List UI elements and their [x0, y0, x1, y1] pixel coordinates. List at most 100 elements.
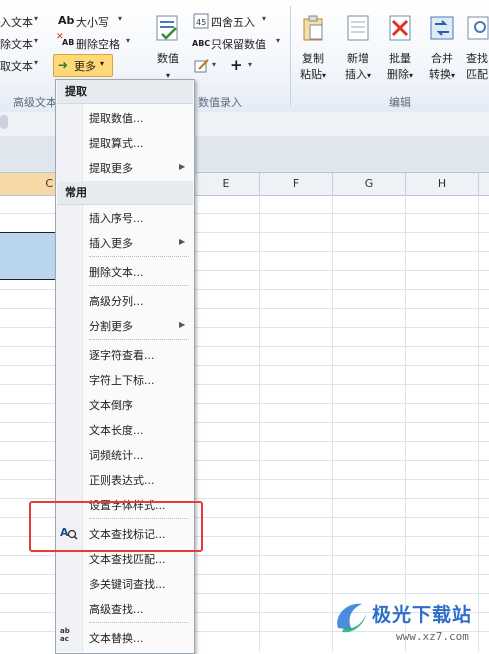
- group-separator: [290, 6, 291, 106]
- group-label-edit: 编辑: [389, 96, 411, 109]
- svg-text:45: 45: [196, 18, 206, 27]
- chevron-down-icon: ▾: [366, 71, 371, 80]
- watermark: 极光下载站 www.xz7.com: [332, 594, 489, 652]
- chevron-down-icon: ▾: [34, 58, 39, 67]
- menu-item-word-frequency[interactable]: 词频统计...: [89, 447, 144, 463]
- edit-form-icon[interactable]: [194, 58, 210, 74]
- menu-item-extract-more[interactable]: 提取更多: [89, 160, 133, 176]
- insert-label-1: 新增: [347, 52, 369, 65]
- merge-convert-button[interactable]: 合并 转换▾: [422, 14, 462, 84]
- more-button[interactable]: ➜ 更多 ▾: [53, 54, 113, 77]
- plus-icon[interactable]: +: [230, 56, 243, 74]
- watermark-url: www.xz7.com: [396, 630, 469, 643]
- keep-numeric-icon: ABC: [192, 39, 211, 48]
- round-icon: 45: [193, 13, 209, 29]
- extract-text-button[interactable]: 取文本: [0, 58, 33, 74]
- chevron-down-icon: ▾: [321, 71, 326, 80]
- menu-section-extract: 提取: [57, 80, 193, 104]
- keep-numeric-button[interactable]: 只保留数值: [211, 36, 266, 52]
- insert-label-2: 插入: [344, 68, 367, 81]
- menu-item-extract-formula[interactable]: 提取算式...: [89, 135, 144, 151]
- status-dot-icon: [0, 115, 8, 129]
- delete-space-button[interactable]: 删除空格: [76, 36, 120, 52]
- delete-space-icon: AB: [62, 38, 75, 47]
- column-header-g[interactable]: G: [333, 173, 406, 195]
- round-button[interactable]: 四舍五入: [211, 14, 255, 30]
- chevron-down-icon: ▾: [276, 36, 281, 45]
- lookup-label-1: 查找: [466, 52, 488, 65]
- insert-icon: [347, 15, 369, 41]
- aurora-logo-icon: [337, 603, 366, 633]
- menu-item-text-replace[interactable]: 文本替换...: [89, 630, 144, 646]
- menu-item-reverse-text[interactable]: 文本倒序: [89, 397, 133, 413]
- case-button[interactable]: 大小写: [76, 14, 109, 30]
- chevron-right-icon: ▶: [179, 162, 186, 171]
- column-header-e[interactable]: E: [193, 173, 260, 195]
- text-replace-icon: ab ac: [60, 627, 70, 643]
- menu-item-delete-text[interactable]: 删除文本...: [89, 264, 144, 280]
- chevron-down-icon: ▾: [34, 14, 39, 23]
- menu-item-split-more[interactable]: 分割更多: [89, 318, 133, 334]
- menu-item-insert-more[interactable]: 插入更多: [89, 235, 133, 251]
- lookup-match-button[interactable]: 查找 匹配: [466, 14, 489, 83]
- batch-delete-label-2: 删除: [386, 68, 409, 81]
- chevron-down-icon: ▾: [118, 14, 123, 23]
- batch-delete-label-1: 批量: [389, 52, 411, 65]
- column-header-f[interactable]: F: [260, 173, 333, 195]
- delete-icon: [389, 15, 411, 41]
- highlight-annotation-box: [29, 501, 203, 552]
- delete-text-button[interactable]: 除文本: [0, 36, 33, 52]
- batch-delete-button[interactable]: 批量 删除▾: [380, 14, 420, 84]
- grid-line: [405, 195, 406, 652]
- menu-divider: [89, 256, 189, 257]
- menu-divider: [89, 339, 189, 340]
- chevron-down-icon: ▾: [34, 36, 39, 45]
- menu-item-insert-sequence[interactable]: 插入序号...: [89, 210, 144, 226]
- menu-item-advanced-split[interactable]: 高级分列...: [89, 293, 144, 309]
- arrow-right-icon: ➜: [58, 58, 69, 72]
- menu-item-multi-keyword-find[interactable]: 多关键词查找...: [89, 576, 166, 592]
- insert-button[interactable]: 新增 插入▾: [338, 14, 378, 84]
- clipboard-icon: [303, 15, 323, 41]
- menu-item-advanced-find[interactable]: 高级查找...: [89, 601, 144, 617]
- menu-item-extract-numeric[interactable]: 提取数值...: [89, 110, 144, 126]
- merge-label-2: 转换: [428, 68, 451, 81]
- merge-label-1: 合并: [431, 52, 453, 65]
- numeric-button[interactable]: 数值 ▾: [148, 14, 188, 84]
- selected-cell-range[interactable]: [0, 232, 55, 280]
- lookup-label-2: 匹配: [466, 68, 488, 81]
- menu-icon-column: [56, 205, 83, 652]
- merge-icon: [430, 16, 454, 40]
- chevron-right-icon: ▶: [179, 237, 186, 246]
- menu-item-text-length[interactable]: 文本长度...: [89, 422, 144, 438]
- insert-text-button[interactable]: 入文本: [0, 14, 33, 30]
- chevron-down-icon: ▾: [248, 60, 253, 69]
- column-header-h[interactable]: H: [406, 173, 479, 195]
- group-label-numeric: 数值录入: [198, 96, 242, 109]
- case-icon: Ab: [58, 14, 75, 27]
- grid-line: [478, 195, 479, 652]
- numeric-label: 数值: [157, 52, 179, 65]
- menu-item-superscript[interactable]: 字符上下标...: [89, 372, 155, 388]
- numeric-icon: [156, 15, 178, 41]
- menu-icon-column: [56, 104, 83, 182]
- chevron-right-icon: ▶: [179, 320, 186, 329]
- group-label-advanced-text: 高级文本: [13, 96, 57, 109]
- menu-item-find-match[interactable]: 文本查找匹配...: [89, 551, 166, 567]
- menu-divider: [89, 622, 189, 623]
- copy-label: 复制: [302, 52, 324, 65]
- menu-divider: [89, 285, 189, 286]
- grid-line: [259, 195, 260, 652]
- menu-item-char-view[interactable]: 逐字符查看...: [89, 347, 155, 363]
- chevron-down-icon: ▾: [262, 14, 267, 23]
- menu-item-regex[interactable]: 正则表达式...: [89, 472, 155, 488]
- more-button-label: 更多: [74, 60, 96, 73]
- column-header-c[interactable]: C: [0, 173, 56, 195]
- watermark-title: 极光下载站: [372, 604, 473, 626]
- copy-paste-button[interactable]: 复制 粘贴▾: [296, 14, 330, 84]
- chevron-down-icon: ▾: [408, 71, 413, 80]
- chevron-down-icon: ▾: [126, 36, 131, 45]
- paste-label: 粘贴: [299, 68, 322, 81]
- chevron-down-icon: ▾: [450, 71, 455, 80]
- menu-section-common: 常用: [57, 181, 193, 205]
